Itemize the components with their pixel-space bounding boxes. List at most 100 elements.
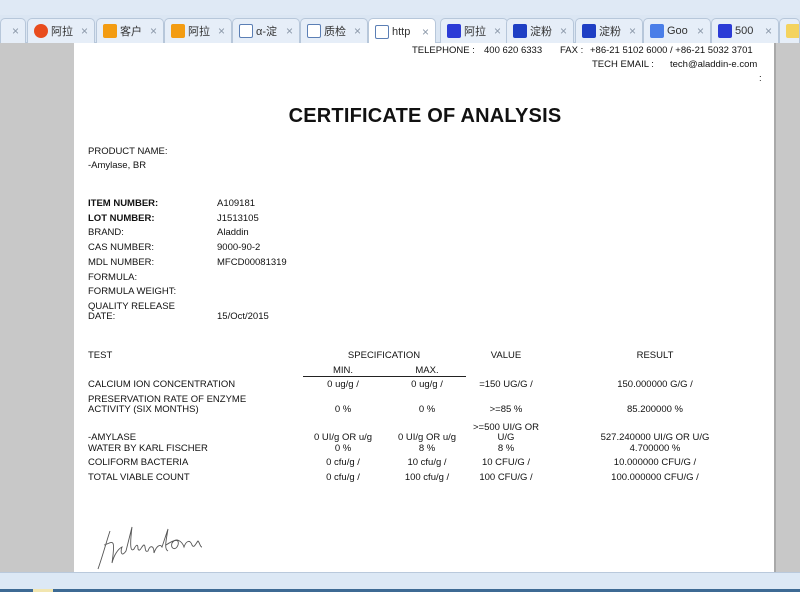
tab-label: 500 <box>735 25 754 37</box>
field-value: 9000-90-2 <box>217 242 261 254</box>
test-name: WATER BY KARL FISCHER <box>88 443 208 454</box>
close-icon[interactable]: × <box>81 24 88 38</box>
tab-label: 淀粉 <box>599 26 621 38</box>
close-icon[interactable]: × <box>150 24 157 38</box>
result-value: 10.000000 CFU/G / <box>613 457 697 468</box>
spec-min: 0 % <box>334 404 352 415</box>
header-colon: : <box>759 73 762 84</box>
tab-label: 淀粉 <box>530 26 552 38</box>
document-icon <box>239 24 253 38</box>
tab-5[interactable]: 质检 × <box>300 18 368 43</box>
spec-max: 0 UI/g OR u/g <box>397 432 457 443</box>
signature <box>97 526 203 570</box>
spec-min: 0 cfu/g / <box>326 472 360 483</box>
spec-max: 8 % <box>418 443 436 454</box>
document-icon <box>375 24 389 39</box>
tab-bar: × 阿拉 × 客户 × 阿拉 × α-淀 × 质检 × http × 阿拉 × 淀粉 × 淀粉 × Goo × 500 × <box>0 15 800 44</box>
close-icon[interactable]: × <box>765 24 772 38</box>
release-label-line2: DATE: <box>88 311 116 322</box>
close-icon[interactable]: × <box>422 25 429 39</box>
header-min: MIN. <box>332 365 354 376</box>
close-icon[interactable]: × <box>494 24 501 38</box>
spec-value: 100 CFU/G / <box>479 472 533 483</box>
header-result: RESULT <box>636 350 674 361</box>
fax-label: FAX : <box>560 45 584 56</box>
aliwangwang-icon <box>103 24 117 38</box>
spec-value: 10 CFU/G / <box>481 457 531 468</box>
header-specification: SPECIFICATION <box>347 350 421 361</box>
tab-12[interactable] <box>779 18 800 43</box>
sogou-icon <box>34 24 48 38</box>
result-value: 85.200000 % <box>627 404 683 415</box>
tab-label: 阿拉 <box>51 26 73 38</box>
field-value: MFCD00081319 <box>217 256 287 268</box>
tab-4[interactable]: α-淀 × <box>232 18 300 43</box>
product-name-value: -Amylase, BR <box>88 160 147 171</box>
tab-label: 质检 <box>324 26 346 38</box>
document-icon <box>307 24 321 38</box>
field-value: J1513105 <box>217 212 259 224</box>
result-value: 527.240000 UI/G OR U/G <box>600 432 710 443</box>
close-icon[interactable]: × <box>218 24 225 38</box>
close-icon[interactable]: × <box>286 24 293 38</box>
tab-2[interactable]: 客户 × <box>96 18 164 43</box>
close-icon[interactable]: × <box>12 24 19 38</box>
tab-8[interactable]: 淀粉 × <box>506 18 574 43</box>
tab-label: 客户 <box>120 26 142 38</box>
spec-value: U/G <box>497 432 515 443</box>
tab-label: α-淀 <box>256 26 278 38</box>
tab-10[interactable]: Goo × <box>643 18 711 43</box>
telephone-label: TELEPHONE : <box>412 45 475 56</box>
tab-11[interactable]: 500 × <box>711 18 779 43</box>
tech-email-value: tech@aladdin-e.com <box>670 59 758 70</box>
close-icon[interactable]: × <box>560 24 567 38</box>
spec-min: 0 cfu/g / <box>326 457 360 468</box>
baidu-paw-icon <box>718 24 732 38</box>
spec-max: 10 cfu/g / <box>407 457 447 468</box>
status-bar <box>0 572 800 589</box>
window-top-strip <box>0 0 800 15</box>
spec-max: 100 cfu/g / <box>404 472 450 483</box>
header-max: MAX. <box>415 365 439 376</box>
spec-min: 0 UI/g OR u/g <box>313 432 373 443</box>
test-name: COLIFORM BACTERIA <box>88 457 189 468</box>
spec-min: 0 % <box>334 443 352 454</box>
fax-value: +86-21 5102 6000 / +86-21 5032 3701 <box>590 45 753 56</box>
field-label: LOT NUMBER: <box>88 212 155 224</box>
spec-value: =150 UG/G / <box>479 379 533 390</box>
close-icon[interactable]: × <box>697 24 704 38</box>
result-value: 100.000000 CFU/G / <box>611 472 699 483</box>
field-value: Aladdin <box>217 227 249 239</box>
telephone-value: 400 620 6333 <box>484 45 543 56</box>
tab-0[interactable]: × <box>0 18 26 43</box>
tab-1[interactable]: 阿拉 × <box>27 18 95 43</box>
field-label: FORMULA WEIGHT: <box>88 286 177 298</box>
pdf-page: TELEPHONE : 400 620 6333 FAX : +86-21 51… <box>74 43 776 572</box>
test-name: ACTIVITY (SIX MONTHS) <box>88 404 199 415</box>
tab-9[interactable]: 淀粉 × <box>575 18 643 43</box>
baidu-paw-icon <box>447 24 461 38</box>
spec-max: 0 % <box>418 404 436 415</box>
field-value: A109181 <box>217 198 256 209</box>
tab-6[interactable]: http × <box>368 18 436 44</box>
notes-icon <box>786 24 799 38</box>
app-grid-icon <box>513 24 527 38</box>
spec-value: 8 % <box>497 443 515 454</box>
app-grid-icon <box>582 24 596 38</box>
tab-3[interactable]: 阿拉 × <box>164 18 232 43</box>
test-name: -AMYLASE <box>88 432 137 443</box>
tab-label: Goo <box>667 25 688 37</box>
field-label: ITEM NUMBER: <box>88 198 159 209</box>
result-value: 150.000000 G/G / <box>617 379 693 390</box>
tab-7[interactable]: 阿拉 × <box>440 18 508 43</box>
close-icon[interactable]: × <box>354 24 361 38</box>
document-title: CERTIFICATE OF ANALYSIS <box>288 105 562 127</box>
header-test: TEST <box>88 350 113 361</box>
close-icon[interactable]: × <box>629 24 636 38</box>
field-label: BRAND: <box>88 227 124 239</box>
header-value: VALUE <box>490 350 522 361</box>
field-label: CAS NUMBER: <box>88 242 154 254</box>
spec-value: >=85 % <box>489 404 523 415</box>
specification-underline <box>303 376 466 377</box>
product-name-label: PRODUCT NAME: <box>88 146 168 157</box>
